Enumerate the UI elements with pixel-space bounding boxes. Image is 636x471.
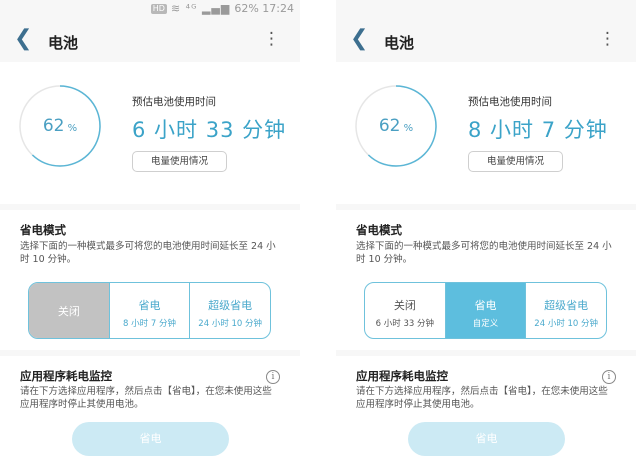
mode-power-saving-custom: 自定义: [472, 319, 499, 329]
info-icon[interactable]: i: [266, 370, 280, 384]
chevron-left-icon[interactable]: ❮: [14, 28, 32, 50]
estimated-time-value: 6 小时 33 分钟: [132, 118, 287, 142]
mode-power-saving-time: 8 小时 7 分钟: [123, 319, 176, 329]
mode-ultra-label: 超级省电: [208, 299, 253, 312]
power-mode-selector: 关闭 6 小时 33 分钟 省电 自定义 超级省电 24 小时 10 分钟: [364, 282, 607, 339]
battery-percent: 62 %: [42, 116, 78, 136]
page-title: 电池: [384, 34, 415, 52]
mode-off-label: 关闭: [57, 305, 80, 318]
hd-badge: HD: [150, 4, 167, 14]
app-bar: ❮ 电池 ⋮: [336, 22, 636, 60]
save-power-button[interactable]: 省电: [72, 422, 229, 456]
mode-ultra-time: 24 小时 10 分钟: [534, 319, 599, 329]
more-vertical-icon[interactable]: ⋮: [263, 30, 280, 48]
monitor-title: 应用程序耗电监控: [20, 369, 112, 383]
more-vertical-icon[interactable]: ⋮: [599, 30, 616, 48]
battery-screen-left: ❮ 电池 ⋮ 62 % 预估电池使用时间 6 小时 33 分钟 电量使用情况 省…: [0, 0, 300, 471]
app-power-monitor-card: 应用程序耗电监控 i 请在下方选择应用程序，然后点击【省电】，在您未使用这些应用…: [0, 356, 300, 471]
save-power-button[interactable]: 省电: [408, 422, 565, 456]
estimated-time-label: 预估电池使用时间: [132, 96, 216, 108]
clock: 17:24: [262, 2, 294, 15]
battery-summary-card: 62 % 预估电池使用时间 8 小时 7 分钟 电量使用情况: [336, 62, 636, 204]
power-mode-selector: 关闭 省电 8 小时 7 分钟 超级省电 24 小时 10 分钟: [28, 282, 271, 339]
app-power-monitor-card: 应用程序耗电监控 i 请在下方选择应用程序，然后点击【省电】，在您未使用这些应用…: [336, 356, 636, 471]
monitor-description: 请在下方选择应用程序，然后点击【省电】，在您未使用这些应用程序时停止其使用电池。: [356, 386, 608, 410]
mode-power-saving-label: 省电: [138, 299, 161, 312]
power-saving-mode-card: 省电模式 选择下面的一种模式最多可将您的电池使用时间延长至 24 小时 10 分…: [0, 210, 300, 350]
battery-summary-card: 62 % 预估电池使用时间 6 小时 33 分钟 电量使用情况: [0, 62, 300, 204]
battery-usage-button[interactable]: 电量使用情况: [468, 151, 563, 172]
mode-ultra-power-saving[interactable]: 超级省电 24 小时 10 分钟: [190, 283, 270, 338]
mode-off[interactable]: 关闭: [29, 283, 110, 338]
mode-power-saving[interactable]: 省电 自定义: [445, 283, 527, 338]
power-mode-title: 省电模式: [356, 223, 402, 237]
power-mode-title: 省电模式: [20, 223, 66, 237]
app-bar: ❮ 电池 ⋮: [0, 22, 300, 60]
mode-off[interactable]: 关闭 6 小时 33 分钟: [365, 283, 446, 338]
battery-screen-right: ❮ 电池 ⋮ 62 % 预估电池使用时间 8 小时 7 分钟 电量使用情况 省电…: [336, 0, 636, 471]
battery-status: 62%: [234, 2, 259, 15]
mode-ultra-time: 24 小时 10 分钟: [198, 319, 263, 329]
power-mode-description: 选择下面的一种模式最多可将您的电池使用时间延长至 24 小时 10 分钟。: [356, 241, 612, 265]
battery-usage-button[interactable]: 电量使用情况: [132, 151, 227, 172]
status-bar: HD ≋ ⁴ᴳ ▂▄▆ 62% 17:24: [0, 0, 300, 18]
monitor-description: 请在下方选择应用程序，然后点击【省电】，在您未使用这些应用程序时停止其使用电池。: [20, 386, 272, 410]
mode-power-saving-label: 省电: [474, 299, 497, 312]
mode-ultra-power-saving[interactable]: 超级省电 24 小时 10 分钟: [526, 283, 606, 338]
mode-ultra-label: 超级省电: [544, 299, 589, 312]
chevron-left-icon[interactable]: ❮: [350, 28, 368, 50]
mode-off-time: 6 小时 33 分钟: [375, 319, 434, 329]
power-saving-mode-card: 省电模式 选择下面的一种模式最多可将您的电池使用时间延长至 24 小时 10 分…: [336, 210, 636, 350]
page-title: 电池: [48, 34, 79, 52]
mode-off-label: 关闭: [393, 299, 416, 312]
battery-percent: 62 %: [378, 116, 414, 136]
power-mode-description: 选择下面的一种模式最多可将您的电池使用时间延长至 24 小时 10 分钟。: [20, 241, 276, 265]
signal-icon: ≋ ⁴ᴳ ▂▄▆: [170, 2, 231, 15]
info-icon[interactable]: i: [602, 370, 616, 384]
mode-power-saving[interactable]: 省电 8 小时 7 分钟: [110, 283, 191, 338]
estimated-time-label: 预估电池使用时间: [468, 96, 552, 108]
estimated-time-value: 8 小时 7 分钟: [468, 118, 608, 142]
monitor-title: 应用程序耗电监控: [356, 369, 448, 383]
